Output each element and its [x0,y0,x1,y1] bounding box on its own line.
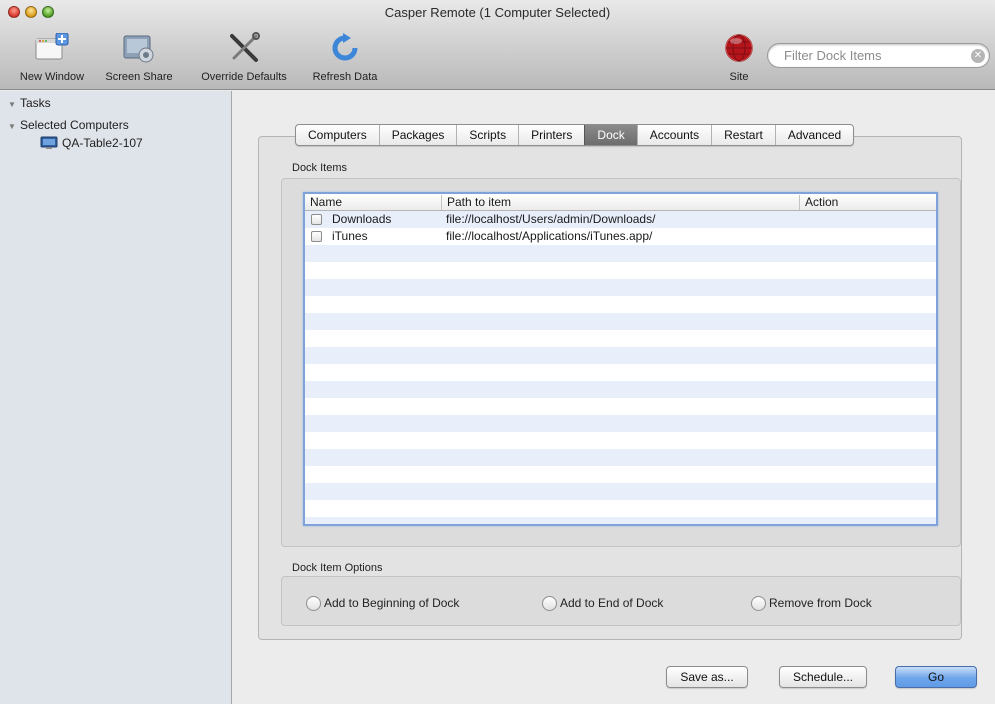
sidebar-item-selected-computers[interactable]: ▼ Selected Computers [8,118,129,132]
radio-add-end[interactable]: Add to End of Dock [542,596,663,611]
screen-share-button[interactable]: Screen Share [96,26,182,83]
screen-share-label: Screen Share [105,71,173,83]
sidebar-item-tasks[interactable]: ▼ Tasks [8,96,51,110]
tab-packages[interactable]: Packages [378,125,457,145]
new-window-button[interactable]: New Window [10,26,94,83]
clear-icon[interactable]: ✕ [971,49,985,63]
row-stripe [305,313,936,330]
tab-printers[interactable]: Printers [518,125,584,145]
sidebar-item-label: QA-Table2-107 [62,136,143,150]
radio-label: Remove from Dock [769,596,872,610]
row-stripe [305,245,936,262]
save-as-button[interactable]: Save as... [666,666,748,688]
tab-accounts[interactable]: Accounts [636,125,711,145]
row-path: file://localhost/Applications/iTunes.app… [446,229,653,243]
computer-icon [40,136,58,153]
column-header-action[interactable]: Action [799,195,936,210]
sidebar-item-label: Tasks [20,96,51,110]
window-title: Casper Remote (1 Computer Selected) [384,5,611,20]
radio-add-beginning[interactable]: Add to Beginning of Dock [306,596,459,611]
sidebar-item-computer[interactable]: QA-Table2-107 [40,136,143,153]
refresh-data-button[interactable]: Refresh Data [303,26,387,83]
site-label: Site [729,71,749,83]
screen-share-icon [96,26,182,70]
disclosure-triangle-icon[interactable]: ▼ [8,100,20,109]
row-stripe [305,483,936,500]
refresh-icon [303,26,387,70]
override-defaults-label: Override Defaults [201,71,287,83]
dock-items-group-label: Dock Items [292,162,348,174]
new-window-label: New Window [19,71,85,83]
tab-dock[interactable]: Dock [584,125,637,145]
disclosure-triangle-icon[interactable]: ▼ [8,122,20,131]
tab-scripts[interactable]: Scripts [456,125,518,145]
row-stripe [305,381,936,398]
table-row[interactable]: iTunes file://localhost/Applications/iTu… [305,228,936,245]
radio-remove[interactable]: Remove from Dock [751,596,872,611]
window-toolbar: Casper Remote (1 Computer Selected) New … [0,0,995,90]
column-header-name[interactable]: Name [305,195,441,210]
tab-restart[interactable]: Restart [711,125,775,145]
site-globe-icon [716,26,762,70]
table-body: Downloads file://localhost/Users/admin/D… [305,211,936,524]
column-header-path[interactable]: Path to item [441,195,799,210]
schedule-button[interactable]: Schedule... [779,666,867,688]
sidebar-item-label: Selected Computers [20,118,129,132]
radio-button[interactable] [542,596,557,611]
dock-item-options-label: Dock Item Options [292,562,383,574]
filter-input[interactable] [784,48,964,63]
row-path: file://localhost/Users/admin/Downloads/ [446,212,656,226]
tab-computers[interactable]: Computers [296,125,379,145]
go-button[interactable]: Go [895,666,977,688]
filter-dock-items-search[interactable]: ✕ [767,43,990,68]
tools-icon [186,26,302,70]
tab-advanced[interactable]: Advanced [774,125,853,145]
radio-button[interactable] [751,596,766,611]
override-defaults-button[interactable]: Override Defaults [186,26,302,83]
row-stripe [305,279,936,296]
table-header: Name Path to item Action [305,194,936,211]
site-button[interactable]: Site [716,26,762,83]
row-checkbox[interactable] [311,214,322,225]
row-stripe [305,449,936,466]
new-window-icon [10,26,94,70]
radio-label: Add to End of Dock [560,596,664,610]
row-checkbox[interactable] [311,231,322,242]
row-stripe [305,347,936,364]
main-content: Computers Packages Scripts Printers Dock… [233,91,995,704]
radio-label: Add to Beginning of Dock [324,596,460,610]
radio-button[interactable] [306,596,321,611]
tab-bar: Computers Packages Scripts Printers Dock… [295,124,855,146]
row-stripe [305,517,936,524]
refresh-data-label: Refresh Data [312,71,378,83]
table-row[interactable]: Downloads file://localhost/Users/admin/D… [305,211,936,228]
dock-items-table[interactable]: Name Path to item Action Downloads file:… [303,192,938,526]
row-name: iTunes [332,229,368,243]
sidebar: ▼ Tasks ▼ Selected Computers QA-Table2-107 [0,91,232,704]
row-name: Downloads [332,212,392,226]
row-stripe [305,415,936,432]
